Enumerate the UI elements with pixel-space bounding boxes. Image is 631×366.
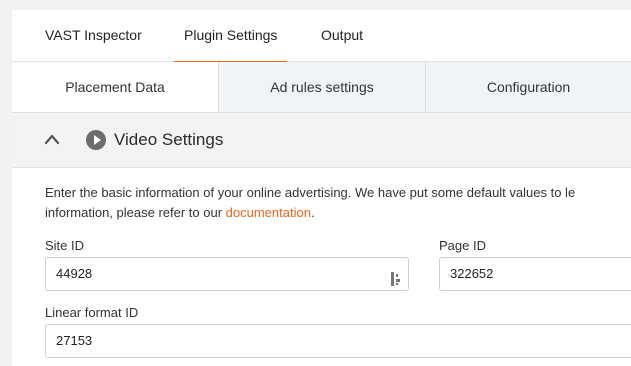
page-id-value: 322652 — [450, 266, 494, 281]
text-cursor-icon — [390, 267, 402, 299]
site-id-field[interactable]: 44928 — [45, 257, 409, 291]
description-prefix: information, please refer to our — [45, 205, 226, 220]
tab-plugin-settings[interactable]: Plugin Settings — [173, 27, 288, 64]
linear-format-id-value: 27153 — [56, 333, 93, 348]
subtab-ad-rules-settings[interactable]: Ad rules settings — [218, 62, 425, 112]
section-title: Video Settings — [114, 130, 224, 149]
plugin-panel: VAST Inspector Plugin Settings Output Pl… — [12, 10, 631, 366]
description-line-1: Enter the basic information of your onli… — [45, 185, 576, 200]
linear-format-id-field[interactable]: 27153 — [45, 324, 631, 358]
sub-tab-bar: Placement Data Ad rules settings Configu… — [12, 62, 631, 113]
chevron-up-icon[interactable] — [44, 132, 60, 150]
tab-output[interactable]: Output — [321, 27, 363, 43]
documentation-link[interactable]: documentation — [226, 205, 311, 220]
section-description: Enter the basic information of your onli… — [45, 183, 631, 223]
description-line-2: information, please refer to our documen… — [45, 203, 631, 223]
page-id-field[interactable]: 322652 — [439, 257, 631, 291]
linear-format-id-label: Linear format ID — [45, 305, 139, 320]
site-id-label: Site ID — [45, 238, 85, 253]
subtab-placement-data[interactable]: Placement Data — [12, 62, 218, 112]
play-icon — [86, 130, 106, 150]
section-header[interactable]: Video Settings — [12, 113, 631, 168]
site-id-value: 44928 — [56, 266, 93, 281]
page-id-label: Page ID — [439, 238, 486, 253]
subtab-configuration[interactable]: Configuration — [425, 62, 631, 112]
top-tab-bar: VAST Inspector Plugin Settings Output — [12, 10, 631, 64]
description-suffix: . — [310, 205, 315, 220]
tab-vast-inspector[interactable]: VAST Inspector — [45, 27, 142, 43]
